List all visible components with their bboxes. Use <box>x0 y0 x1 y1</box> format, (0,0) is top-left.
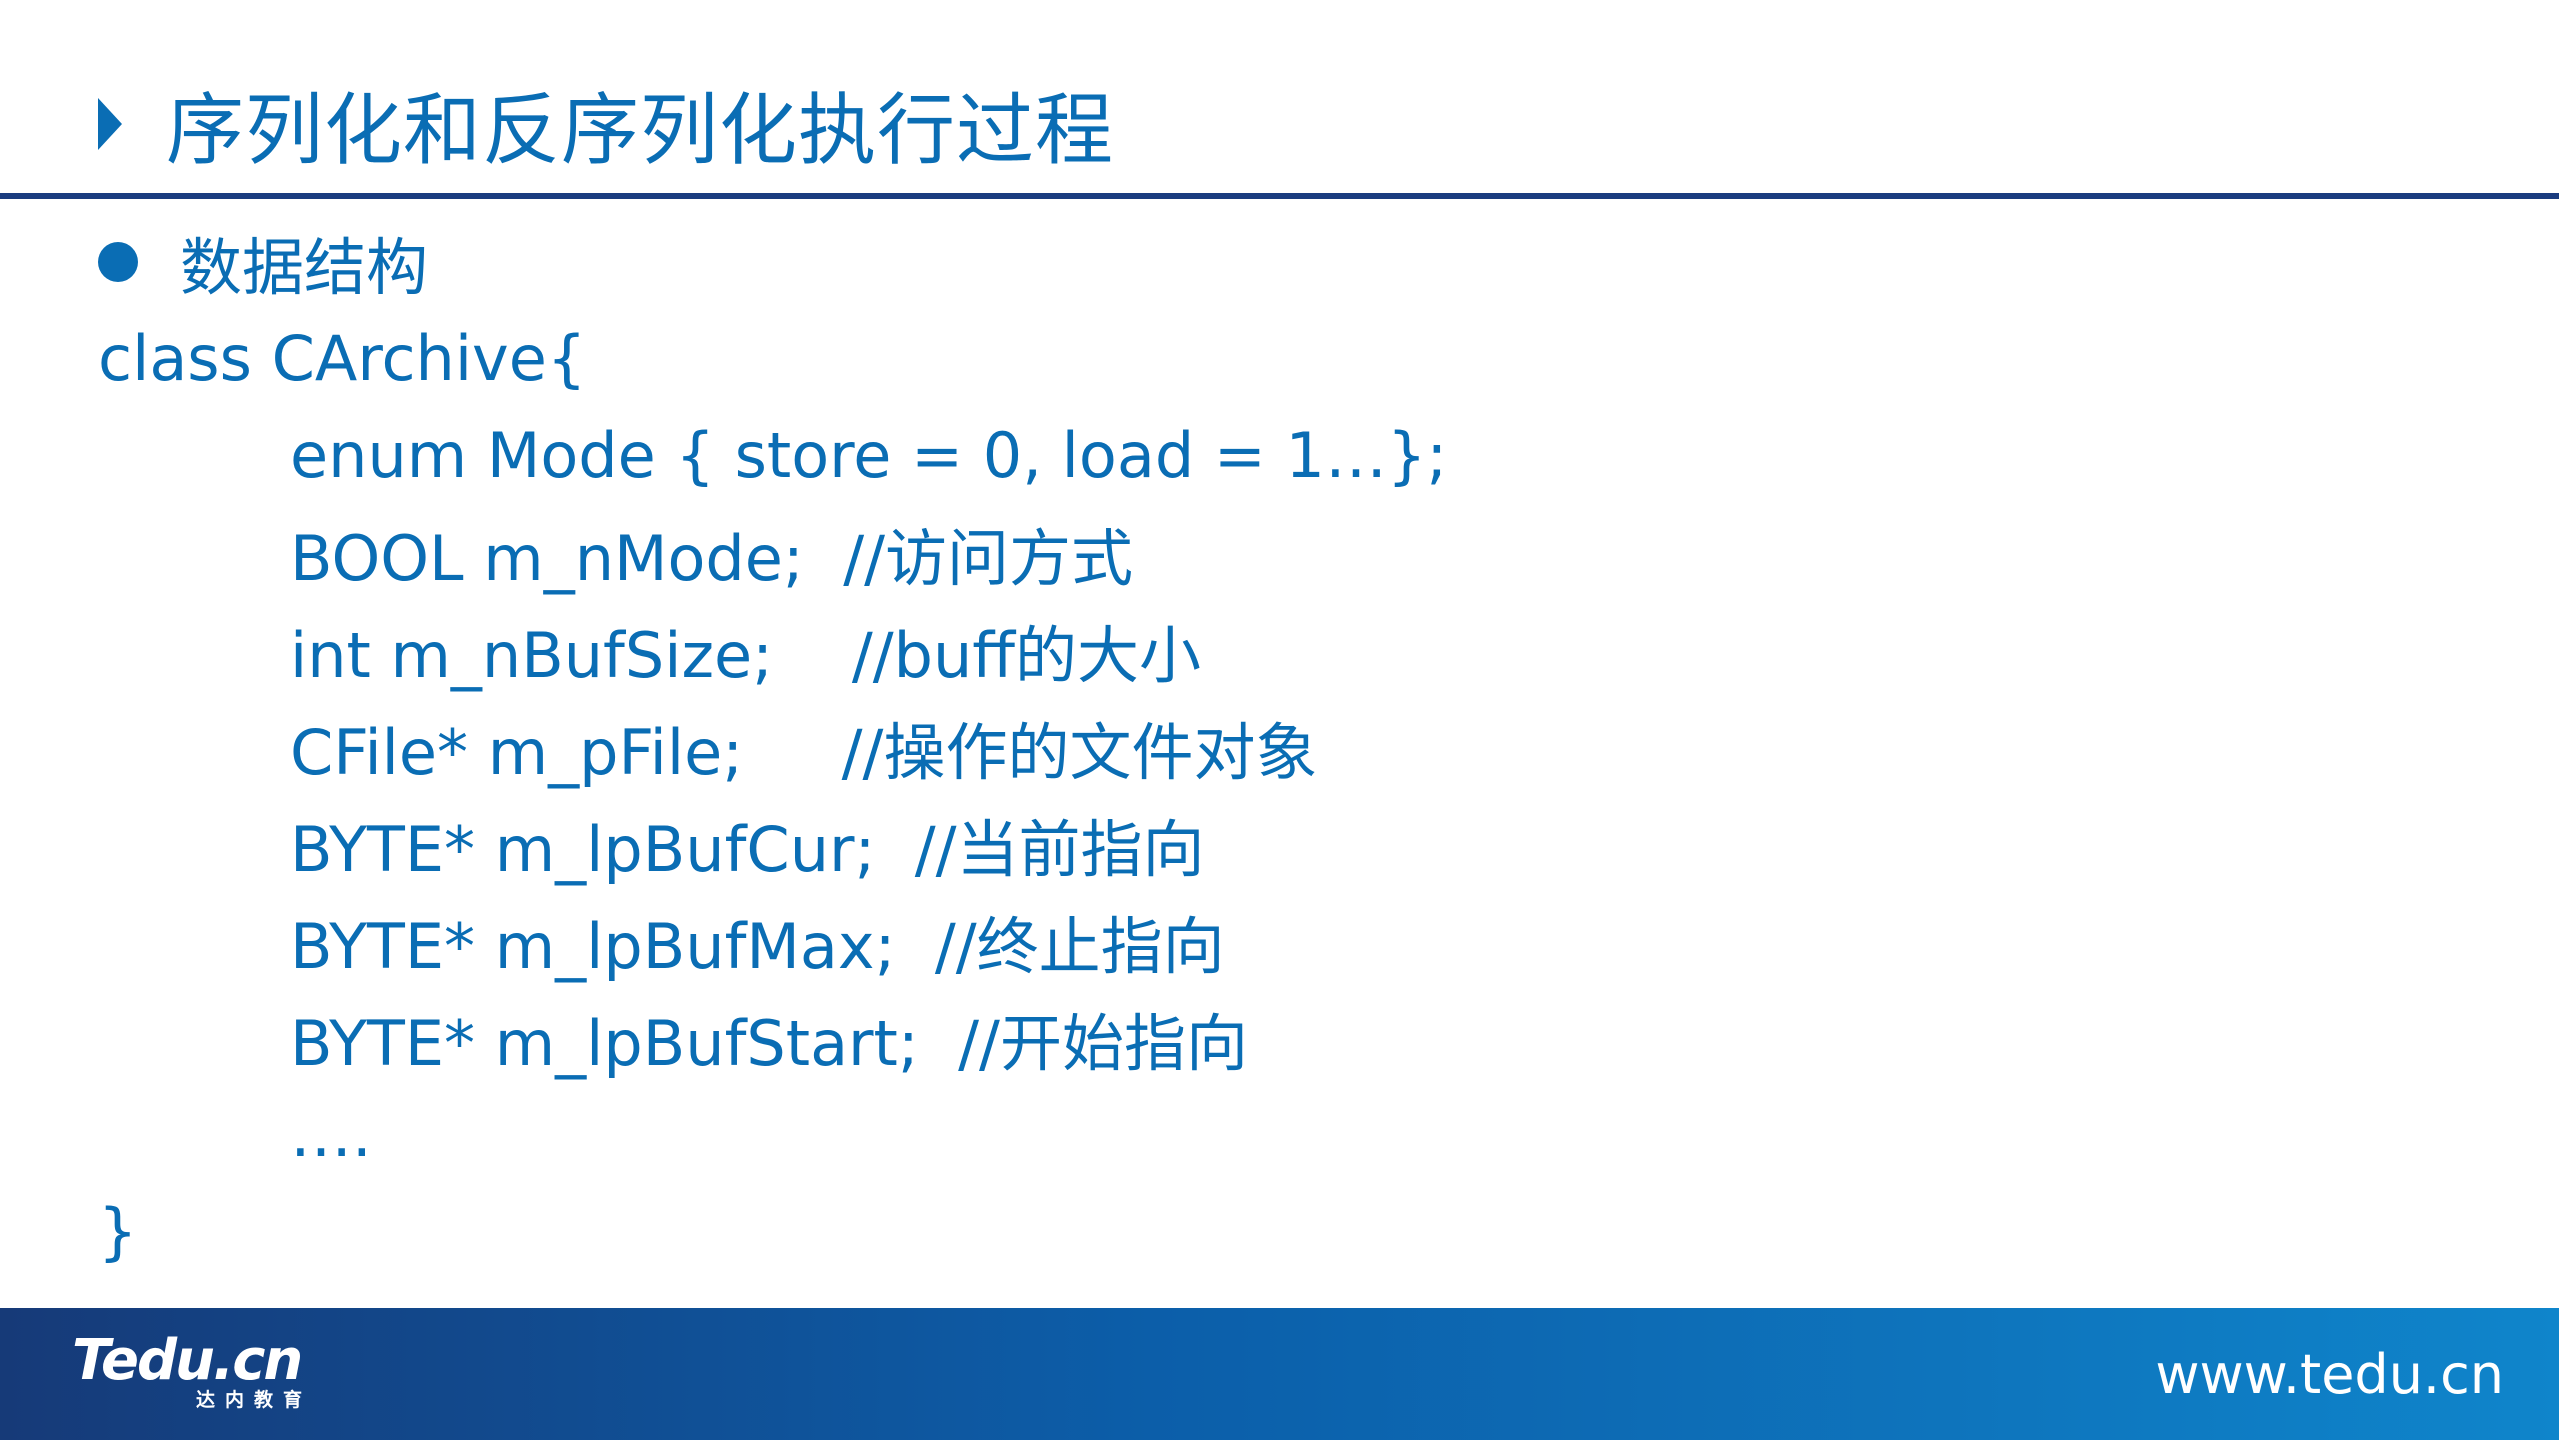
bullet-item: 数据结构 <box>98 214 2439 310</box>
code-line-class-open: class CArchive{ <box>98 322 587 395</box>
code-line-m-lpbufstart: BYTE* m_lpBufStart; //开始指向 <box>290 1006 1248 1080</box>
footer-bar: Tedu.cn 达内教育 www.tedu.cn <box>0 1308 2559 1440</box>
site-url: www.tedu.cn <box>2155 1342 2504 1406</box>
code-line-m-nmode: BOOL m_nMode; //访问方式 <box>290 521 1133 595</box>
slide-title: 序列化和反序列化执行过程 <box>98 64 1114 184</box>
slide-content: 数据结构 class CArchive{ enum Mode { store =… <box>98 214 2439 1280</box>
code-line-m-pfile: CFile* m_pFile; //操作的文件对象 <box>290 715 1318 789</box>
title-arrow-icon <box>98 98 122 150</box>
logo-subtitle: 达内教育 <box>196 1389 313 1411</box>
bullet-text: 数据结构 <box>180 231 429 304</box>
bullet-dot-icon <box>98 242 138 282</box>
tedu-logo: Tedu.cn 达内教育 <box>72 1328 313 1411</box>
title-divider <box>0 193 2559 199</box>
code-line-class-close: } <box>98 1195 138 1268</box>
code-line-ellipsis: …. <box>290 1098 372 1171</box>
code-line-m-nbufsize: int m_nBufSize; //buff的大小 <box>290 618 1202 692</box>
code-line-m-lpbufmax: BYTE* m_lpBufMax; //终止指向 <box>290 909 1225 983</box>
code-line-m-lpbufcur: BYTE* m_lpBufCur; //当前指向 <box>290 812 1205 886</box>
logo-wordmark: Tedu.cn <box>72 1328 303 1393</box>
code-line-enum-mode: enum Mode { store = 0, load = 1…}; <box>290 419 1448 492</box>
title-text: 序列化和反序列化执行过程 <box>166 86 1115 176</box>
